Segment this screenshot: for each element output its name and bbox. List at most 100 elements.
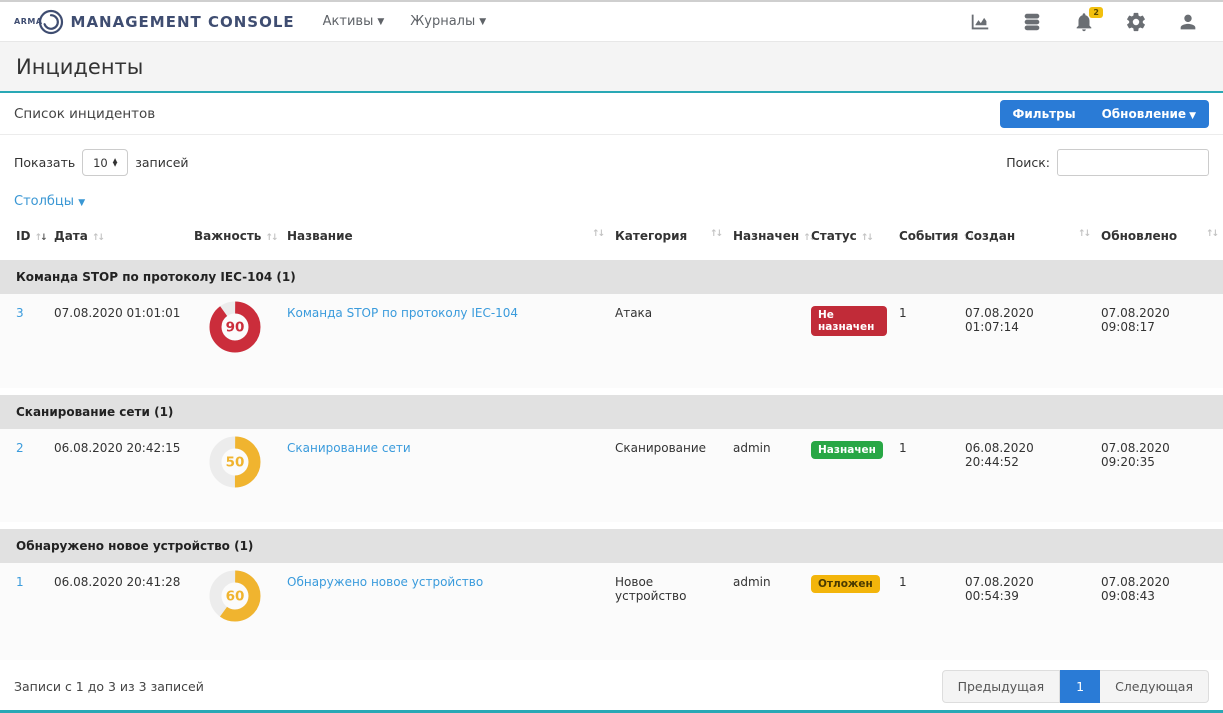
incident-name-link[interactable]: Команда STOP по протоколу IEC-104 — [287, 306, 518, 320]
incident-name-link[interactable]: Сканирование сети — [287, 441, 411, 455]
current-page-button[interactable]: 1 — [1060, 670, 1100, 703]
columns-row: Столбцы ▼ — [0, 182, 1223, 219]
col-header-label: Категория — [615, 229, 687, 243]
incident-assignee: admin — [727, 429, 805, 526]
incident-category: Новое устройство — [609, 563, 727, 660]
sort-icon: ↑↓ — [592, 229, 603, 239]
stepper-arrows-icon: ▲▼ — [113, 159, 118, 166]
col-header-label: Дата — [54, 229, 88, 243]
menu-journals[interactable]: Журналы ▼ — [410, 14, 486, 29]
table-controls: Показать 10 ▲▼ записей Поиск: — [0, 135, 1223, 182]
col-header-status[interactable]: Статус↑↓ — [805, 219, 893, 257]
incident-events-count: 1 — [893, 429, 959, 526]
page-size-control: Показать 10 ▲▼ записей — [14, 149, 189, 176]
next-page-button[interactable]: Следующая — [1100, 670, 1209, 703]
severity-gauge: 60 — [208, 569, 262, 623]
table-row: 3 07.08.2020 01:01:01 90 Команда STOP по… — [0, 294, 1223, 391]
col-header-updated[interactable]: Обновлено ↑↓ — [1095, 219, 1223, 257]
col-header-label: Важность — [194, 229, 261, 243]
severity-gauge: 90 — [208, 300, 262, 354]
group-title: Обнаружено новое устройство (1) — [0, 526, 1223, 564]
refresh-button-label: Обновление — [1102, 107, 1186, 121]
incident-date: 06.08.2020 20:41:28 — [48, 563, 188, 660]
sort-icon: ↑↓ — [1078, 229, 1089, 239]
col-header-id[interactable]: ID↑↓ — [0, 219, 48, 257]
chevron-down-icon: ▼ — [377, 17, 384, 27]
arma-logo-text: ARMA — [14, 17, 43, 26]
panel-header: Список инцидентов Фильтры Обновление▼ — [0, 93, 1223, 135]
group-title: Сканирование сети (1) — [0, 391, 1223, 429]
navbar-icons: 2 — [969, 11, 1209, 33]
incident-category: Атака — [609, 294, 727, 391]
columns-button[interactable]: Столбцы ▼ — [14, 194, 85, 209]
col-header-name[interactable]: Название ↑↓ — [281, 219, 609, 257]
records-info: Записи с 1 до 3 из 3 записей — [14, 679, 204, 694]
severity-gauge: 50 — [208, 435, 262, 489]
table-row: 2 06.08.2020 20:42:15 50 Сканирование се… — [0, 429, 1223, 526]
incident-created: 06.08.2020 20:44:52 — [959, 429, 1095, 526]
incident-updated: 07.08.2020 09:08:43 — [1095, 563, 1223, 660]
brand-logo[interactable]: ARMA MANAGEMENT CONSOLE — [14, 9, 295, 35]
group-header-row: Обнаружено новое устройство (1) — [0, 526, 1223, 564]
page-title: Инциденты — [16, 55, 1207, 79]
group-header-row: Сканирование сети (1) — [0, 391, 1223, 429]
menu-journals-label: Журналы — [410, 14, 475, 29]
menu-assets[interactable]: Активы ▼ — [323, 14, 385, 29]
col-header-label: Статус — [811, 229, 857, 243]
show-label: Показать — [14, 155, 75, 170]
bell-icon[interactable]: 2 — [1073, 11, 1095, 33]
records-label: записей — [135, 155, 188, 170]
main-menu: Активы ▼ Журналы ▼ — [323, 14, 487, 29]
table-footer: Записи с 1 до 3 из 3 записей Предыдущая … — [0, 660, 1223, 711]
sort-icon: ↑↓ — [265, 233, 276, 243]
incident-updated: 07.08.2020 09:20:35 — [1095, 429, 1223, 526]
page-size-select[interactable]: 10 ▲▼ — [82, 149, 128, 176]
top-navbar: ARMA MANAGEMENT CONSOLE Активы ▼ Журналы… — [0, 0, 1223, 42]
filters-button[interactable]: Фильтры — [1000, 100, 1089, 128]
incident-date: 06.08.2020 20:42:15 — [48, 429, 188, 526]
col-header-label: Обновлено — [1101, 229, 1177, 243]
brand-title: MANAGEMENT CONSOLE — [71, 13, 295, 31]
status-badge: Назначен — [811, 441, 883, 459]
incident-events-count: 1 — [893, 294, 959, 391]
col-header-events[interactable]: События↑↓ — [893, 219, 959, 257]
incident-name-link[interactable]: Обнаружено новое устройство — [287, 575, 483, 589]
col-header-category[interactable]: Категория ↑↓ — [609, 219, 727, 257]
col-header-label: Назначен — [733, 229, 799, 243]
incident-created: 07.08.2020 00:54:39 — [959, 563, 1095, 660]
incident-id-link[interactable]: 3 — [16, 306, 24, 320]
col-header-created[interactable]: Создан↑↓ — [959, 219, 1095, 257]
sort-icon: ↑↓ — [34, 233, 45, 243]
sort-icon: ↑↓ — [92, 233, 103, 243]
menu-assets-label: Активы — [323, 14, 374, 29]
incident-date: 07.08.2020 01:01:01 — [48, 294, 188, 391]
incident-id-link[interactable]: 2 — [16, 441, 24, 455]
refresh-button[interactable]: Обновление▼ — [1089, 100, 1209, 128]
search-control: Поиск: — [1006, 149, 1209, 176]
page-size-value: 10 — [93, 156, 108, 170]
chevron-down-icon: ▼ — [479, 17, 486, 27]
search-label: Поиск: — [1006, 155, 1050, 170]
pagination: Предыдущая 1 Следующая — [942, 670, 1209, 703]
group-title: Команда STOP по протоколу IEC-104 (1) — [0, 257, 1223, 295]
svg-text:90: 90 — [225, 320, 244, 336]
incident-id-link[interactable]: 1 — [16, 575, 24, 589]
chevron-down-icon: ▼ — [78, 198, 85, 208]
panel-actions: Фильтры Обновление▼ — [1000, 100, 1210, 128]
previous-page-button[interactable]: Предыдущая — [942, 670, 1061, 703]
page-title-bar: Инциденты — [0, 42, 1223, 93]
gear-icon[interactable] — [1125, 11, 1147, 33]
user-icon[interactable] — [1177, 11, 1199, 33]
col-header-date[interactable]: Дата ↑↓ — [48, 219, 188, 257]
col-header-severity[interactable]: Важность ↑↓ — [188, 219, 281, 257]
status-badge: Не назначен — [811, 306, 887, 336]
area-chart-icon[interactable] — [969, 11, 991, 33]
col-header-label: Название — [287, 229, 353, 243]
search-input[interactable] — [1057, 149, 1209, 176]
sort-icon: ↑↓ — [710, 229, 721, 239]
database-icon[interactable] — [1021, 11, 1043, 33]
incident-created: 07.08.2020 01:07:14 — [959, 294, 1095, 391]
incident-category: Сканирование — [609, 429, 727, 526]
sort-icon: ↑↓ — [1206, 229, 1217, 239]
col-header-assignee[interactable]: Назначен↑↓ — [727, 219, 805, 257]
